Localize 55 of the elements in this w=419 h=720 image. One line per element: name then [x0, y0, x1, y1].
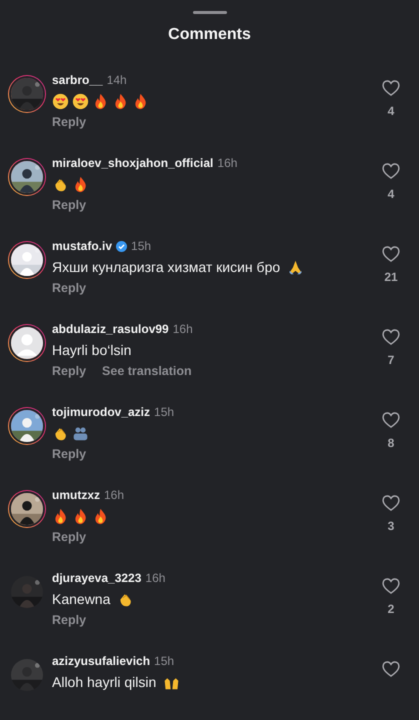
comment-time: 15h	[154, 654, 174, 668]
like-count: 7	[388, 353, 394, 367]
avatar[interactable]	[8, 241, 46, 279]
heart-icon[interactable]	[381, 78, 401, 98]
comment-time: 16h	[172, 322, 193, 336]
like-count: 8	[388, 436, 394, 450]
comment-time: 16h	[104, 488, 124, 502]
like-count: 4	[388, 104, 394, 118]
avatar[interactable]	[8, 158, 46, 196]
username[interactable]: miraloev_shoxjahon_official	[52, 156, 214, 170]
comment-time: 16h	[217, 156, 238, 170]
username[interactable]: djurayeva_3223	[52, 571, 142, 585]
people-silhouette-emoji-icon	[72, 424, 89, 442]
heart-icon[interactable]	[381, 161, 401, 181]
comment-time: 14h	[106, 73, 127, 87]
heart-icon[interactable]	[381, 576, 401, 596]
comment-text: Alloh hayrli qilsin	[52, 674, 156, 690]
username[interactable]: sarbro__	[52, 73, 103, 87]
reply-link[interactable]: Reply	[52, 281, 86, 295]
like-count: 4	[388, 187, 394, 201]
reply-link[interactable]: Reply	[52, 364, 86, 378]
drag-handle[interactable]	[192, 11, 226, 14]
comment-text: Kanewna	[52, 591, 110, 607]
comment-text: Яхши кунларизга хизмат кисин бро	[52, 259, 280, 275]
heart-icon[interactable]	[381, 493, 401, 513]
reply-link[interactable]: Reply	[52, 613, 86, 627]
heart-icon[interactable]	[381, 244, 401, 264]
comment-time: 16h	[145, 571, 166, 585]
comment-time: 15h	[154, 405, 174, 419]
see-translation-link[interactable]: See translation	[102, 364, 192, 378]
avatar[interactable]	[8, 324, 46, 362]
sheet-title: Comments	[167, 26, 252, 44]
heart-icon[interactable]	[381, 410, 401, 430]
reply-link[interactable]: Reply	[52, 115, 86, 129]
heart-eyes-emoji-icon	[52, 92, 69, 110]
avatar[interactable]	[8, 490, 46, 528]
folded-hands-emoji-icon	[287, 258, 304, 276]
like-count: 21	[384, 270, 398, 284]
reply-link[interactable]: Reply	[52, 198, 86, 212]
heart-icon[interactable]	[381, 327, 401, 347]
username[interactable]: mustafo.iv	[52, 239, 112, 253]
default-avatar-icon	[9, 325, 45, 361]
reply-link[interactable]: Reply	[52, 530, 86, 544]
username[interactable]: umutzxz	[52, 488, 100, 502]
like-count: 3	[388, 519, 394, 533]
reply-link[interactable]: Reply	[52, 447, 86, 461]
username[interactable]: azizyusufalievich	[52, 654, 150, 668]
avatar[interactable]	[8, 407, 46, 445]
heart-eyes-emoji-icon	[72, 92, 89, 110]
username[interactable]: tojimurodov_aziz	[52, 405, 150, 419]
comment-time: 15h	[131, 239, 152, 253]
username[interactable]: abdulaziz_rasulov99	[52, 322, 169, 336]
like-count: 2	[388, 602, 394, 616]
heart-icon[interactable]	[381, 659, 401, 679]
comment-text: Hayrli bo‘lsin	[52, 342, 132, 358]
